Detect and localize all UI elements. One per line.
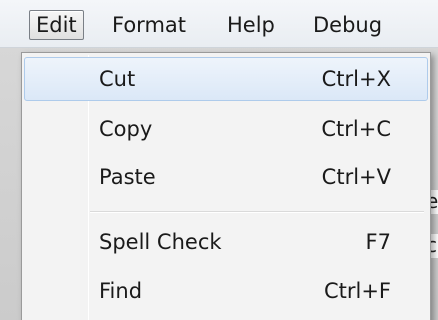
menu-item-label: Find — [99, 279, 143, 303]
menu-item-shortcut: Ctrl+X — [321, 67, 391, 91]
edit-dropdown-menu: Cut Ctrl+X Copy Ctrl+C Paste Ctrl+V Spel… — [21, 52, 431, 320]
menu-item-label: Copy — [99, 117, 153, 141]
menu-item-shortcut: Ctrl+F — [323, 279, 391, 303]
menu-item-label: Spell Check — [99, 230, 222, 254]
menu-item-paste[interactable]: Paste Ctrl+V — [24, 155, 428, 199]
menu-edit[interactable]: Edit — [29, 10, 84, 40]
menu-item-label: Cut — [99, 67, 136, 91]
menu-item-copy[interactable]: Copy Ctrl+C — [24, 107, 428, 151]
menu-item-find[interactable]: Find Ctrl+F — [24, 269, 428, 313]
menu-item-cut[interactable]: Cut Ctrl+X — [24, 57, 428, 101]
screen: e c Edit Format Help Debug Cut Ctrl+X Co… — [0, 0, 438, 320]
menu-help[interactable]: Help — [220, 10, 282, 40]
menu-bar: Edit Format Help Debug — [0, 0, 438, 48]
menu-item-shortcut: Ctrl+C — [321, 117, 391, 141]
menu-debug[interactable]: Debug — [306, 10, 389, 40]
menu-separator — [90, 211, 424, 213]
menu-item-shortcut: F7 — [365, 230, 391, 254]
menu-item-spell-check[interactable]: Spell Check F7 — [24, 220, 428, 264]
menu-item-shortcut: Ctrl+V — [321, 165, 391, 189]
menu-format[interactable]: Format — [105, 10, 193, 40]
menu-item-label: Paste — [99, 165, 156, 189]
